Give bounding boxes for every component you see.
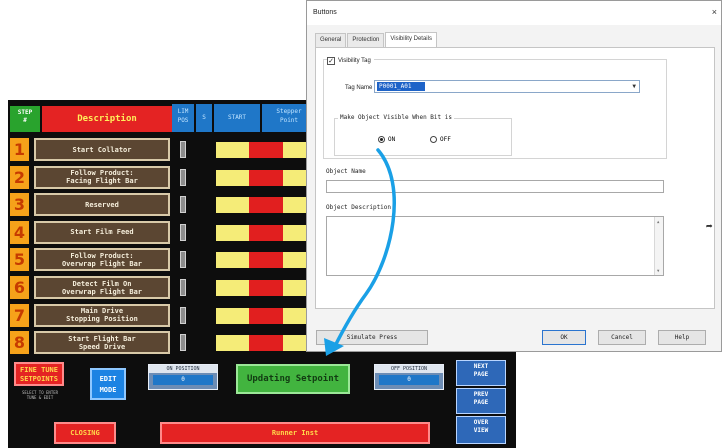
step-setpoint-bar[interactable] [216,142,316,158]
edit-mode-button[interactable]: EDIT MODE [90,368,126,400]
setpoint-idle-segment [216,280,250,296]
setpoint-idle-segment [216,335,250,352]
closing-button[interactable]: CLOSING [54,422,116,444]
mouse-pointer-icon: ➦ [706,220,713,233]
step-row: 7 Main Drive Stopping Position [8,302,316,330]
tab-general[interactable]: General [315,33,347,47]
step-setpoint-bar[interactable] [216,224,316,241]
off-position-label: OFF POSITION [375,365,443,373]
step-number[interactable]: 2 [10,165,29,189]
next-page-button[interactable]: NEXT PAGE [456,360,506,386]
step-indicator [180,251,186,269]
tag-name-label: Tag Name [345,85,373,91]
step-description[interactable]: Main Drive Stopping Position [34,303,170,327]
step-description[interactable]: Reserved [34,193,170,217]
visibility-tag-checkbox[interactable]: ✓ Visibility Tag [327,57,374,65]
step-row: 5 Follow Product: Overwrap Flight Bar [8,246,316,274]
setpoint-active-segment [249,197,283,214]
step-indicator [180,168,186,186]
close-icon[interactable]: × [712,7,717,17]
setpoint-idle-segment [216,252,250,269]
setpoint-idle-segment [216,307,250,324]
step-indicator [180,306,186,324]
on-position-box: ON POSITION 0 [148,364,218,390]
dialog-titlebar: Buttons × [307,1,721,25]
header-step: STEP # [10,106,40,132]
step-setpoint-bar[interactable] [216,197,316,214]
chevron-down-icon: ▼ [632,83,636,90]
setpoint-idle-segment [216,224,250,241]
step-row: 8 Start Flight Bar Speed Drive [8,329,316,357]
overview-button[interactable]: OVER VIEW [456,416,506,444]
step-row: 3 Reserved [8,191,316,219]
hmi-bottom-controls: FINE TUNE SETPOINTS SELECT TO ENTER TUNE… [8,358,516,448]
step-row: 2 Follow Product: Facing Flight Bar [8,164,316,192]
header-description: Description [42,106,172,132]
on-position-value[interactable]: 0 [153,375,213,385]
step-description[interactable]: Start Collator [34,138,170,161]
header-lim-pos: LIM POS [172,104,194,132]
tab-visibility-details[interactable]: Visibility Details [385,32,437,47]
step-number[interactable]: 4 [10,220,29,244]
updating-setpoint-button[interactable]: Updating Setpoint [236,364,350,394]
step-number[interactable]: 3 [10,193,29,217]
step-setpoint-bar[interactable] [216,307,316,324]
setpoint-active-segment [249,280,283,296]
step-row: 6 Detect Film On Overwrap Flight Bar [8,274,316,302]
setpoint-idle-segment [216,197,250,214]
step-indicator [180,279,186,296]
step-description[interactable]: Follow Product: Overwrap Flight Bar [34,248,170,272]
fine-tune-note: SELECT TO ENTER TUNE & EDIT [21,390,59,400]
setpoint-active-segment [249,169,283,186]
setpoint-active-segment [249,224,283,241]
step-number[interactable]: 6 [10,276,29,299]
off-position-value[interactable]: 0 [379,375,439,385]
step-indicator [180,196,186,214]
step-indicator [180,141,186,158]
dialog-title: Buttons [313,9,337,16]
step-number[interactable]: 1 [10,138,29,161]
dialog-tabs: General Protection Visibility Details [315,32,438,47]
checkbox-check-icon: ✓ [327,57,335,65]
on-position-label: ON POSITION [149,365,217,373]
step-description[interactable]: Start Flight Bar Speed Drive [34,331,170,355]
tag-name-select[interactable]: P0001_A01 ▼ [374,80,640,93]
buttons-dialog: Buttons × General Protection Visibility … [306,0,722,352]
prev-page-button[interactable]: PREV PAGE [456,388,506,414]
visibility-tag-label: Visibility Tag [338,58,371,64]
step-row: 4 Start Film Feed [8,219,316,247]
step-setpoint-bar[interactable] [216,280,316,296]
step-description[interactable]: Detect Film On Overwrap Flight Bar [34,276,170,299]
off-position-box: OFF POSITION 0 [374,364,444,390]
setpoint-idle-segment [216,169,250,186]
header-start: START [214,104,260,132]
step-indicator [180,334,186,352]
tab-protection[interactable]: Protection [347,33,385,47]
step-setpoint-bar[interactable] [216,335,316,352]
step-number[interactable]: 8 [10,331,29,355]
step-indicator [180,223,186,241]
status-bar: Runner Inst [160,422,430,444]
setpoint-idle-segment [216,142,250,158]
step-setpoint-bar[interactable] [216,252,316,269]
step-number[interactable]: 7 [10,303,29,327]
setpoint-active-segment [249,252,283,269]
setpoint-active-segment [249,335,283,352]
step-description[interactable]: Start Film Feed [34,220,170,244]
step-description[interactable]: Follow Product: Facing Flight Bar [34,165,170,189]
step-row: 1 Start Collator [8,136,316,164]
step-number[interactable]: 5 [10,248,29,272]
tag-name-value: P0001_A01 [377,82,425,91]
setpoint-active-segment [249,307,283,324]
fine-tune-setpoints-button[interactable]: FINE TUNE SETPOINTS [14,362,64,386]
step-setpoint-bar[interactable] [216,169,316,186]
visibility-group [323,59,667,159]
header-s: S [196,104,212,132]
setpoint-active-segment [249,142,283,158]
